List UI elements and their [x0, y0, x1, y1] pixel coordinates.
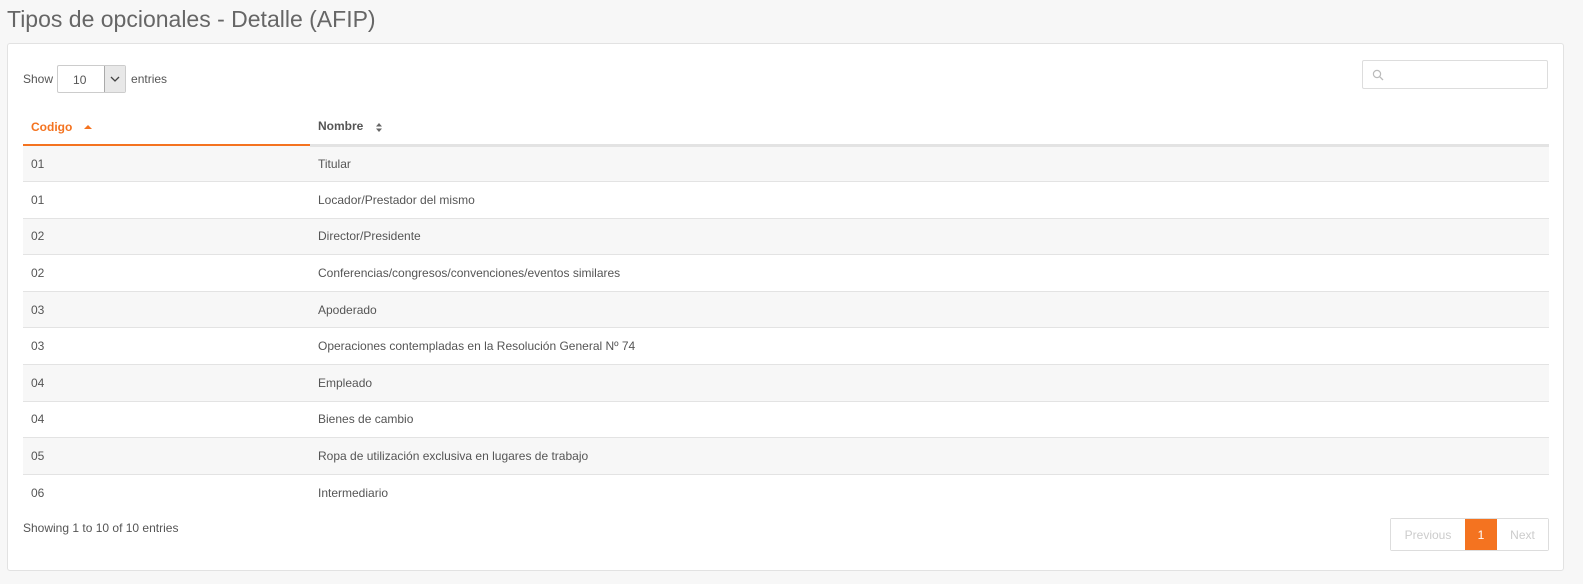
cell-codigo: 02	[23, 254, 310, 292]
table-row: 03 Operaciones contempladas en la Resolu…	[23, 327, 1549, 366]
cell-nombre: Intermediario	[318, 485, 389, 500]
show-label: Show	[23, 72, 54, 86]
cell-codigo: 03	[23, 291, 310, 329]
table-row: 04 Empleado	[23, 364, 1549, 402]
next-page-button[interactable]: Next	[1497, 519, 1548, 550]
cell-nombre: Titular	[310, 145, 1549, 183]
cell-codigo: 05	[23, 437, 310, 475]
table-row: 03 Apoderado	[23, 291, 1549, 329]
table-row: 05 Ropa de utilización exclusiva en luga…	[23, 437, 1549, 475]
chevron-down-icon[interactable]	[104, 66, 126, 92]
page-1-button[interactable]: 1	[1465, 519, 1497, 550]
column-header-codigo[interactable]: Codigo	[23, 109, 310, 146]
search-box[interactable]	[1362, 60, 1548, 90]
table-header-row: Codigo Nombre	[23, 109, 1549, 147]
entries-label: entries	[131, 72, 168, 86]
cell-nombre: Locador/Prestador del mismo	[310, 181, 1549, 219]
data-table: Codigo Nombre 01 Titular 01 Locador/Pres…	[23, 109, 1549, 511]
sort-both-icon	[375, 122, 382, 132]
cell-codigo: 02	[23, 218, 310, 256]
cell-codigo: 06	[31, 485, 45, 500]
entries-per-page-select[interactable]: 10	[57, 65, 127, 93]
cell-nombre: Apoderado	[310, 291, 1549, 329]
cell-nombre: Conferencias/congresos/convenciones/even…	[310, 254, 1549, 292]
sort-ascending-icon	[83, 125, 92, 130]
table-row: 04 Bienes de cambio	[23, 401, 1549, 439]
cell-nombre: Ropa de utilización exclusiva en lugares…	[310, 437, 1549, 475]
table-row: 01 Locador/Prestador del mismo	[23, 181, 1549, 219]
table-row: 06 Intermediario	[23, 474, 1549, 511]
cell-codigo: 04	[23, 364, 310, 402]
cell-nombre: Director/Presidente	[310, 218, 1549, 256]
cell-codigo: 03	[23, 327, 310, 366]
entries-per-page-value: 10	[73, 73, 87, 87]
column-header-label: Codigo	[31, 119, 73, 134]
previous-page-button[interactable]: Previous	[1391, 519, 1465, 550]
table-info: Showing 1 to 10 of 10 entries	[23, 521, 179, 535]
cell-codigo: 01	[23, 181, 310, 219]
cell-nombre: Empleado	[310, 364, 1549, 402]
pagination: Previous 1 Next	[1390, 518, 1549, 551]
search-icon	[1372, 69, 1384, 81]
table-body: 01 Titular 01 Locador/Prestador del mism…	[23, 145, 1549, 511]
table-row: 01 Titular	[23, 145, 1549, 183]
cell-nombre: Operaciones contempladas en la Resolució…	[310, 327, 1549, 366]
cell-nombre: Bienes de cambio	[310, 401, 1549, 439]
cell-codigo: 01	[23, 145, 310, 183]
table-row: 02 Director/Presidente	[23, 218, 1549, 256]
table-row: 02 Conferencias/congresos/convenciones/e…	[23, 254, 1549, 292]
column-header-label: Nombre	[318, 119, 364, 134]
column-header-nombre[interactable]: Nombre	[310, 109, 1549, 147]
length-control: Show 10 entries	[23, 65, 167, 93]
search-input[interactable]	[1389, 61, 1548, 90]
table-panel: Show 10 entries Codigo Nombre 01 Titular…	[7, 43, 1564, 571]
page-title: Tipos de opcionales - Detalle (AFIP)	[7, 6, 376, 32]
cell-codigo: 04	[23, 401, 310, 439]
